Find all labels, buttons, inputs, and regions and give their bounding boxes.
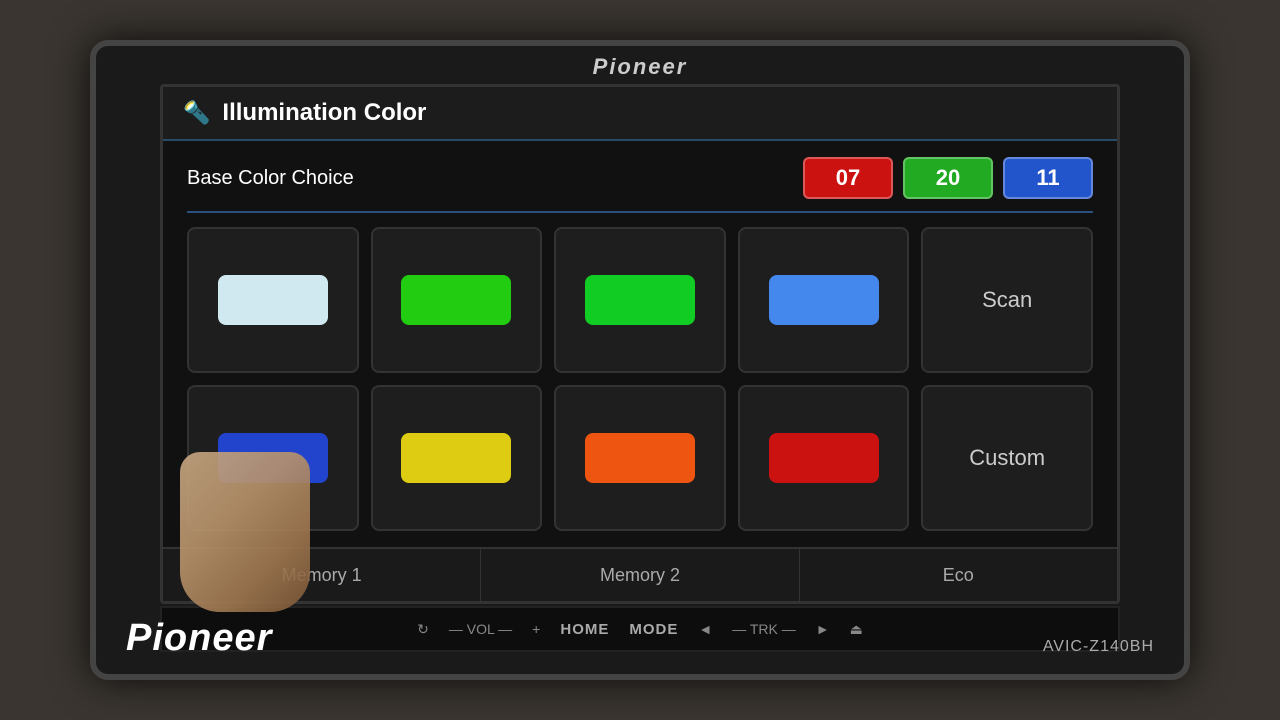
color-cell-blue[interactable] bbox=[738, 227, 910, 373]
screen-header: 🔦 Illumination Color bbox=[163, 87, 1117, 141]
model-number: AVIC-Z140BH bbox=[1043, 638, 1154, 656]
control-bar: ↻ — VOL — + HOME MODE ◄ — TRK — ► ⏏ bbox=[160, 606, 1120, 652]
scan-button[interactable]: Scan bbox=[921, 227, 1093, 373]
scan-label: Scan bbox=[982, 287, 1032, 313]
color-cell-white[interactable] bbox=[187, 227, 359, 373]
base-color-row: Base Color Choice 07 20 11 bbox=[187, 157, 1093, 213]
white-swatch bbox=[218, 275, 328, 325]
page-title: Illumination Color bbox=[222, 99, 426, 127]
pioneer-logo-top: Pioneer bbox=[593, 54, 688, 80]
mode-button[interactable]: MODE bbox=[629, 621, 678, 638]
repeat-button[interactable]: ↻ bbox=[417, 621, 429, 638]
eject-button[interactable]: ⏏ bbox=[850, 621, 863, 638]
red-value-badge[interactable]: 07 bbox=[803, 157, 893, 199]
illumination-icon: 🔦 bbox=[183, 100, 210, 126]
color-cell-red[interactable] bbox=[738, 385, 910, 531]
memory2-button[interactable]: Memory 2 bbox=[481, 549, 799, 601]
custom-label: Custom bbox=[969, 445, 1045, 471]
color-cell-orange[interactable] bbox=[554, 385, 726, 531]
car-head-unit: Pioneer 🔦 Illumination Color Base Color … bbox=[90, 40, 1190, 680]
blue-value-badge[interactable]: 11 bbox=[1003, 157, 1093, 199]
memory2-label: Memory 2 bbox=[600, 565, 680, 586]
base-color-label: Base Color Choice bbox=[187, 167, 793, 190]
green-value-badge[interactable]: 20 bbox=[903, 157, 993, 199]
trk-next-button[interactable]: ► bbox=[816, 621, 830, 637]
blue-swatch bbox=[769, 275, 879, 325]
pioneer-logo-bottom: Pioneer bbox=[126, 617, 272, 660]
hand-thumb-overlay bbox=[180, 452, 310, 612]
vol-plus-button[interactable]: + bbox=[532, 621, 540, 637]
eco-label: Eco bbox=[943, 565, 974, 586]
red-swatch bbox=[769, 433, 879, 483]
bright-green-swatch bbox=[401, 275, 511, 325]
trk-label: — TRK — bbox=[732, 621, 796, 637]
yellow-swatch bbox=[401, 433, 511, 483]
color-cell-yellow[interactable] bbox=[371, 385, 543, 531]
eco-button[interactable]: Eco bbox=[800, 549, 1117, 601]
custom-button[interactable]: Custom bbox=[921, 385, 1093, 531]
trk-prev-button[interactable]: ◄ bbox=[698, 621, 712, 637]
green-swatch bbox=[585, 275, 695, 325]
home-button[interactable]: HOME bbox=[560, 621, 609, 638]
color-cell-bright-green[interactable] bbox=[371, 227, 543, 373]
orange-swatch bbox=[585, 433, 695, 483]
color-grid: Scan Custom bbox=[187, 227, 1093, 531]
color-cell-green[interactable] bbox=[554, 227, 726, 373]
vol-minus-button[interactable]: — VOL — bbox=[449, 621, 512, 637]
